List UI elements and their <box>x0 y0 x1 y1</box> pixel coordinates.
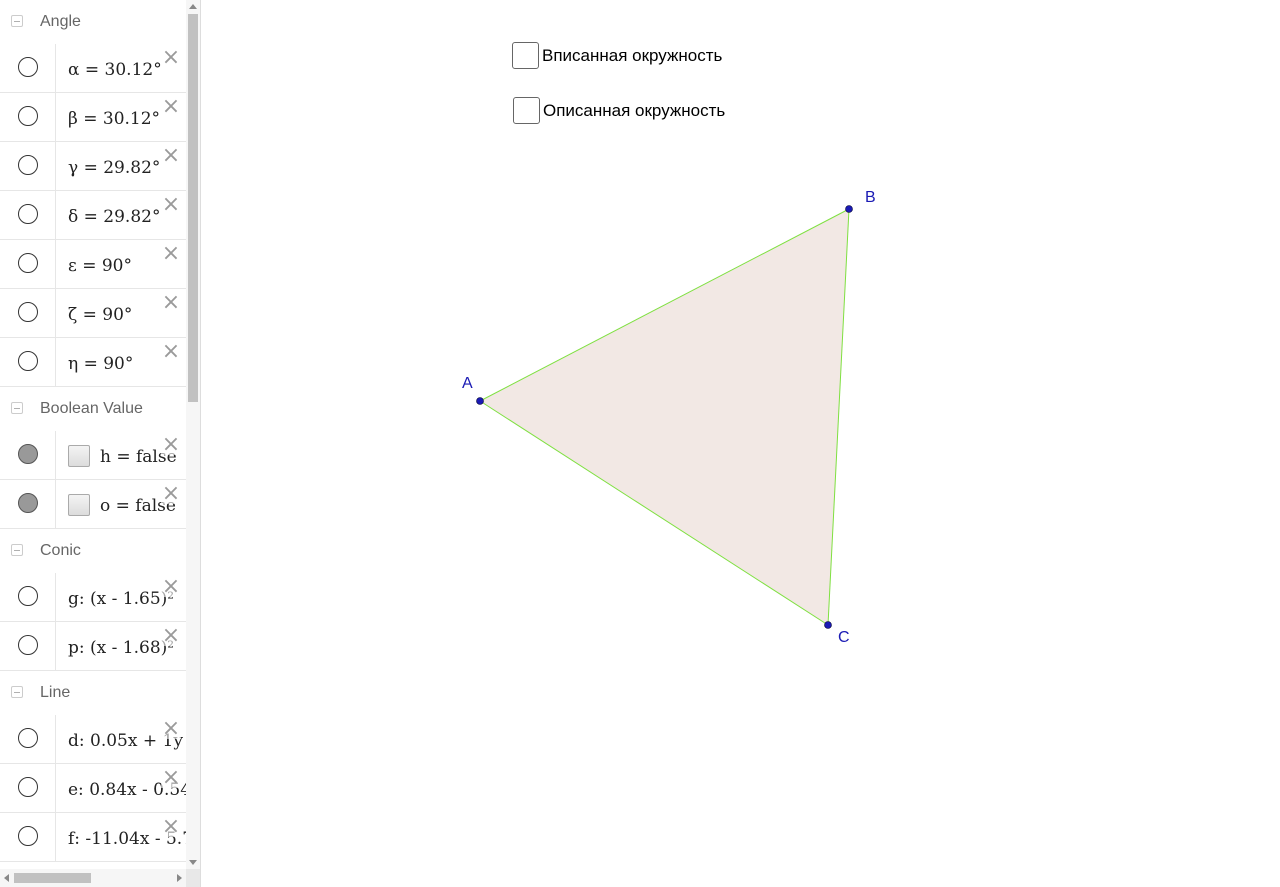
horizontal-scrollbar[interactable] <box>0 869 186 887</box>
point-c[interactable] <box>824 621 832 629</box>
algebra-row-p[interactable]: p: (x - 1.68)² × <box>0 622 186 671</box>
delete-icon[interactable]: × <box>161 47 181 69</box>
algebra-row-g[interactable]: g: (x - 1.65)² × <box>0 573 186 622</box>
point-label-b: B <box>865 189 876 206</box>
scroll-up-icon[interactable] <box>189 4 197 9</box>
marble-cell <box>0 338 56 386</box>
algebra-list: Angle α = 30.12° × β = 30.12° × γ = 29.8… <box>0 0 193 862</box>
algebra-value[interactable]: ε = 90° <box>68 256 132 276</box>
marble-cell <box>0 715 56 763</box>
visibility-marble-icon[interactable] <box>18 351 38 371</box>
marble-cell <box>0 93 56 141</box>
visibility-marble-icon[interactable] <box>18 155 38 175</box>
scroll-thumb[interactable] <box>14 873 91 883</box>
visibility-marble-icon[interactable] <box>18 106 38 126</box>
group-label: Angle <box>40 13 81 30</box>
marble-cell <box>0 764 56 812</box>
group-label: Conic <box>40 542 81 559</box>
delete-icon[interactable]: × <box>161 341 181 363</box>
algebra-row-epsilon[interactable]: ε = 90° × <box>0 240 186 289</box>
marble-cell <box>0 573 56 621</box>
point-a[interactable] <box>476 397 484 405</box>
boolean-checkbox[interactable] <box>68 445 90 467</box>
marble-cell <box>0 622 56 670</box>
algebra-row-h[interactable]: h = false × <box>0 431 186 480</box>
visibility-marble-icon[interactable] <box>18 302 38 322</box>
group-label: Line <box>40 684 71 701</box>
algebra-value[interactable]: η = 90° <box>68 354 133 374</box>
algebra-row-o[interactable]: o = false × <box>0 480 186 529</box>
visibility-marble-icon[interactable] <box>18 444 38 464</box>
delete-icon[interactable]: × <box>161 292 181 314</box>
marble-cell <box>0 44 56 92</box>
scroll-corner <box>186 869 200 887</box>
visibility-marble-icon[interactable] <box>18 777 38 797</box>
triangle-abc[interactable] <box>480 209 849 625</box>
delete-icon[interactable]: × <box>161 718 181 740</box>
algebra-row-beta[interactable]: β = 30.12° × <box>0 93 186 142</box>
scroll-down-icon[interactable] <box>189 860 197 865</box>
delete-icon[interactable]: × <box>161 816 181 838</box>
visibility-marble-icon[interactable] <box>18 204 38 224</box>
algebra-value[interactable]: α = 30.12° <box>68 60 162 80</box>
algebra-value[interactable]: γ = 29.82° <box>68 158 160 178</box>
algebra-row-d[interactable]: d: 0.05x + 1y × <box>0 715 186 764</box>
visibility-marble-icon[interactable] <box>18 635 38 655</box>
group-header-angle[interactable]: Angle <box>0 0 186 44</box>
algebra-value[interactable]: δ = 29.82° <box>68 207 160 227</box>
algebra-row-eta[interactable]: η = 90° × <box>0 338 186 387</box>
marble-cell <box>0 480 56 528</box>
group-header-line[interactable]: Line <box>0 671 186 715</box>
marble-cell <box>0 813 56 861</box>
delete-icon[interactable]: × <box>161 576 181 598</box>
visibility-marble-icon[interactable] <box>18 493 38 513</box>
visibility-marble-icon[interactable] <box>18 586 38 606</box>
scroll-right-icon[interactable] <box>177 874 182 882</box>
collapse-icon[interactable] <box>11 402 23 414</box>
algebra-row-gamma[interactable]: γ = 29.82° × <box>0 142 186 191</box>
graphics-view[interactable]: Вписанная окружность Описанная окружност… <box>201 0 1280 887</box>
delete-icon[interactable]: × <box>161 194 181 216</box>
delete-icon[interactable]: × <box>161 96 181 118</box>
algebra-row-zeta[interactable]: ζ = 90° × <box>0 289 186 338</box>
collapse-icon[interactable] <box>11 15 23 27</box>
vertical-scrollbar[interactable] <box>186 0 200 869</box>
marble-cell <box>0 191 56 239</box>
delete-icon[interactable]: × <box>161 243 181 265</box>
marble-cell <box>0 289 56 337</box>
point-label-c: C <box>838 629 850 646</box>
group-header-conic[interactable]: Conic <box>0 529 186 573</box>
algebra-value[interactable]: ζ = 90° <box>68 305 132 325</box>
marble-cell <box>0 431 56 479</box>
visibility-marble-icon[interactable] <box>18 57 38 77</box>
geometry-canvas[interactable]: A B C <box>201 0 1280 887</box>
scroll-thumb[interactable] <box>188 14 198 402</box>
algebra-row-e[interactable]: e: 0.84x - 0.54 × <box>0 764 191 813</box>
algebra-value[interactable]: g: (x - 1.65)² <box>68 589 174 609</box>
algebra-row-alpha[interactable]: α = 30.12° × <box>0 44 186 93</box>
boolean-checkbox[interactable] <box>68 494 90 516</box>
group-header-boolean[interactable]: Boolean Value <box>0 387 186 431</box>
marble-cell <box>0 142 56 190</box>
algebra-value[interactable]: p: (x - 1.68)² <box>68 638 174 658</box>
algebra-row-delta[interactable]: δ = 29.82° × <box>0 191 186 240</box>
algebra-value[interactable]: β = 30.12° <box>68 109 160 129</box>
delete-icon[interactable]: × <box>161 145 181 167</box>
visibility-marble-icon[interactable] <box>18 728 38 748</box>
delete-icon[interactable]: × <box>161 767 181 789</box>
delete-icon[interactable]: × <box>161 483 181 505</box>
group-label: Boolean Value <box>40 400 143 417</box>
algebra-row-f[interactable]: f: -11.04x - 5.7 × <box>0 813 193 862</box>
scroll-left-icon[interactable] <box>4 874 9 882</box>
visibility-marble-icon[interactable] <box>18 253 38 273</box>
marble-cell <box>0 240 56 288</box>
collapse-icon[interactable] <box>11 686 23 698</box>
collapse-icon[interactable] <box>11 544 23 556</box>
algebra-panel: Angle α = 30.12° × β = 30.12° × γ = 29.8… <box>0 0 201 887</box>
point-b[interactable] <box>845 205 853 213</box>
visibility-marble-icon[interactable] <box>18 826 38 846</box>
delete-icon[interactable]: × <box>161 434 181 456</box>
delete-icon[interactable]: × <box>161 625 181 647</box>
point-label-a: A <box>462 375 473 392</box>
